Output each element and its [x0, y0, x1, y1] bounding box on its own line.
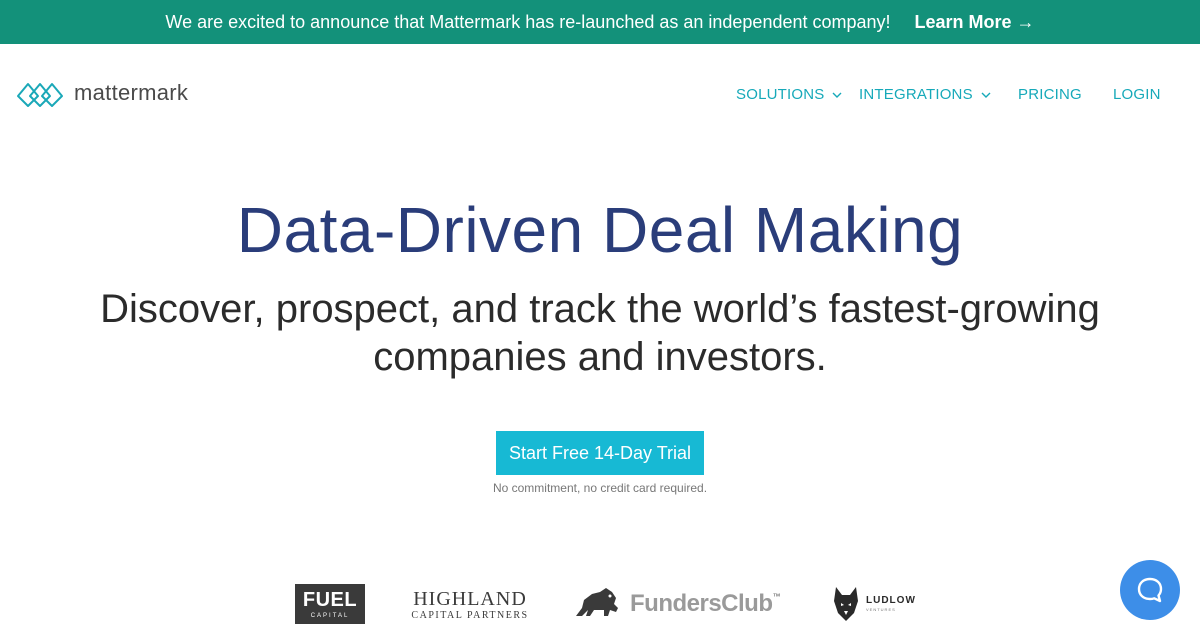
- hero-subtitle-line-2: companies and investors.: [373, 335, 827, 379]
- fundersclub-logo: FundersClub ™: [572, 584, 781, 624]
- hero-title: Data-Driven Deal Making: [236, 194, 964, 266]
- wolf-icon: [834, 587, 858, 621]
- chevron-down-icon: [832, 86, 842, 103]
- lion-icon: [576, 588, 618, 616]
- start-trial-button[interactable]: Start Free 14-Day Trial: [496, 431, 704, 475]
- fuel-logo-text: FUEL: [302, 589, 358, 611]
- highland-capital-logo: HIGHLAND CAPITAL PARTNERS: [408, 588, 532, 622]
- nav-integrations[interactable]: INTEGRATIONS: [859, 86, 991, 103]
- ludlow-logo-text-group: LUDLOW VENTURES: [866, 595, 916, 613]
- main-nav: SOLUTIONS INTEGRATIONS PRICING LOGIN: [0, 86, 1200, 106]
- hero-subtitle: Discover, prospect, and track the world’…: [0, 285, 1200, 381]
- highland-logo-subtext: CAPITAL PARTNERS: [411, 610, 529, 621]
- chevron-down-icon: [981, 86, 991, 103]
- nav-login-label: LOGIN: [1113, 86, 1161, 103]
- nav-pricing[interactable]: PRICING: [1018, 86, 1082, 103]
- ludlow-ventures-logo: LUDLOW VENTURES: [832, 584, 916, 624]
- nav-pricing-label: PRICING: [1018, 86, 1082, 103]
- fuel-capital-logo: FUEL CAPITAL: [295, 584, 365, 624]
- ludlow-logo-text: LUDLOW: [866, 595, 916, 606]
- nav-solutions-label: SOLUTIONS: [736, 86, 825, 103]
- ludlow-logo-subtext: VENTURES: [866, 607, 896, 612]
- chat-bubble-icon: [1137, 577, 1163, 603]
- site-header: mattermark SOLUTIONS INTEGRATIONS PRICIN…: [0, 44, 1200, 144]
- announcement-banner: We are excited to announce that Matterma…: [0, 0, 1200, 44]
- hero-subtitle-line-1: Discover, prospect, and track the world’…: [100, 287, 1100, 331]
- nav-integrations-label: INTEGRATIONS: [859, 86, 973, 103]
- customer-logos: FUEL CAPITAL HIGHLAND CAPITAL PARTNERS F…: [0, 580, 1200, 630]
- trademark-symbol: ™: [772, 592, 781, 601]
- chat-widget-button[interactable]: [1120, 560, 1180, 620]
- highland-logo-text: HIGHLAND: [413, 588, 527, 610]
- fundersclub-logo-text: FundersClub: [630, 590, 773, 617]
- fuel-logo-subtext: CAPITAL: [310, 613, 350, 619]
- cta-note: No commitment, no credit card required.: [492, 481, 708, 495]
- nav-solutions[interactable]: SOLUTIONS: [736, 86, 842, 103]
- announcement-text: We are excited to announce that Matterma…: [165, 11, 891, 32]
- nav-login[interactable]: LOGIN: [1113, 86, 1161, 103]
- learn-more-link[interactable]: Learn More →: [915, 12, 1035, 33]
